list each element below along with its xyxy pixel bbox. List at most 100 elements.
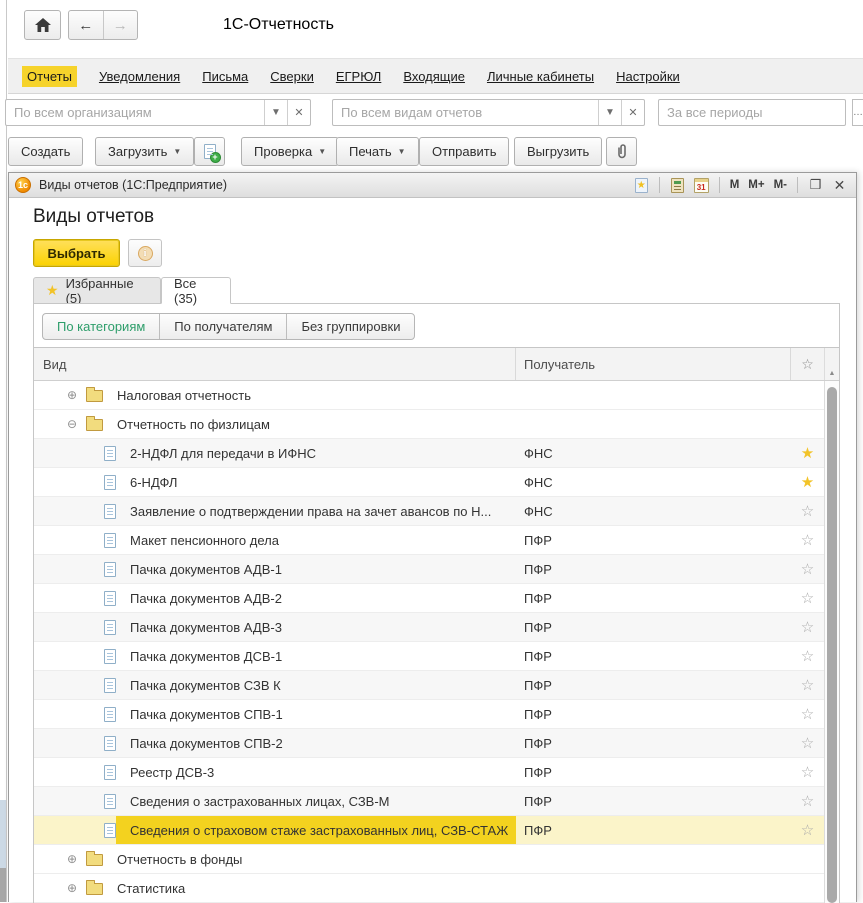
background-window-edge [0, 0, 7, 902]
vertical-scrollbar[interactable] [824, 381, 839, 903]
table-row[interactable]: Пачка документов СПВ-2 ПФР [34, 729, 824, 758]
table-row[interactable]: Пачка документов АДВ-3 ПФР [34, 613, 824, 642]
memory-plus-button[interactable]: M+ [747, 179, 765, 191]
info-button[interactable]: i [128, 239, 162, 267]
calculator-icon [671, 178, 684, 193]
recipient-cell: ПФР [516, 765, 791, 780]
tab-favorites[interactable]: ★ Избранные (5) [33, 277, 161, 304]
tab-all[interactable]: Все (35) [161, 277, 231, 304]
nav-tab-reconciliations[interactable]: Сверки [270, 69, 314, 84]
clear-icon[interactable]: ✕ [287, 100, 310, 125]
table-row[interactable]: 2-НДФЛ для передачи в ИФНС ФНС [34, 439, 824, 468]
tab-panel: По категориям По получателям Без группир… [33, 303, 840, 903]
table-row[interactable]: 6-НДФЛ ФНС [34, 468, 824, 497]
send-label: Отправить [432, 144, 496, 159]
table-row[interactable]: Пачка документов ДСВ-1 ПФР [34, 642, 824, 671]
no-grouping-button[interactable]: Без группировки [286, 314, 414, 339]
clear-icon[interactable]: ✕ [621, 100, 644, 125]
favorite-star-icon[interactable] [791, 560, 824, 578]
expand-icon[interactable] [67, 852, 80, 866]
load-button[interactable]: Загрузить▼ [95, 137, 194, 166]
window-titlebar[interactable]: 1с Виды отчетов (1С:Предприятие) ★ 31 M … [9, 173, 856, 198]
home-button[interactable] [24, 10, 61, 40]
table-row[interactable]: Реестр ДСВ-3 ПФР [34, 758, 824, 787]
favorite-star-icon[interactable] [791, 676, 824, 694]
recipient-cell: ПФР [516, 678, 791, 693]
favorite-star-icon[interactable] [791, 473, 824, 491]
back-button[interactable]: ← [69, 11, 103, 39]
attachments-button[interactable] [606, 137, 637, 166]
favorite-star-icon[interactable] [791, 705, 824, 723]
periods-filter[interactable]: За все периоды [658, 99, 846, 126]
favorite-star-icon[interactable] [791, 502, 824, 520]
favorite-star-icon[interactable] [791, 821, 824, 839]
check-button[interactable]: Проверка▼ [241, 137, 339, 166]
table-row[interactable]: Пачка документов СЗВ К ПФР [34, 671, 824, 700]
nav-tab-strip: Отчеты Уведомления Письма Сверки ЕГРЮЛ В… [8, 58, 863, 94]
recipient-cell: ПФР [516, 649, 791, 664]
nav-tab-egrul[interactable]: ЕГРЮЛ [336, 69, 381, 84]
column-header-kind[interactable]: Вид [34, 348, 516, 380]
table-row-group[interactable]: Отчетность по физлицам [34, 410, 824, 439]
select-button[interactable]: Выбрать [33, 239, 120, 267]
report-types-filter[interactable]: По всем видам отчетов ▼ ✕ [332, 99, 645, 126]
group-by-recipient-button[interactable]: По получателям [159, 314, 286, 339]
nav-tab-reports[interactable]: Отчеты [22, 66, 77, 87]
column-header-recipient[interactable]: Получатель [516, 348, 791, 380]
table-row[interactable]: Макет пенсионного дела ПФР [34, 526, 824, 555]
nav-tab-incoming[interactable]: Входящие [403, 69, 465, 84]
group-by-category-button[interactable]: По категориям [43, 314, 159, 339]
print-button[interactable]: Печать▼ [336, 137, 419, 166]
favorite-star-icon[interactable] [791, 763, 824, 781]
new-from-file-button[interactable]: + [194, 137, 225, 166]
table-row[interactable]: Заявление о подтверждении права на зачет… [34, 497, 824, 526]
favorite-star-icon[interactable] [791, 531, 824, 549]
periods-filter-more-button[interactable]: … [852, 99, 863, 126]
save-to-favorites-button[interactable]: ★ [633, 177, 650, 194]
dropdown-arrow-icon[interactable]: ▼ [598, 100, 621, 125]
expand-icon[interactable] [67, 388, 80, 402]
create-button[interactable]: Создать [8, 137, 83, 166]
favorite-star-icon[interactable] [791, 734, 824, 752]
nav-tab-personal-accounts[interactable]: Личные кабинеты [487, 69, 594, 84]
table-row[interactable]: Пачка документов АДВ-1 ПФР [34, 555, 824, 584]
export-button[interactable]: Выгрузить [514, 137, 602, 166]
dropdown-arrow-icon[interactable]: ▼ [264, 100, 287, 125]
memory-button[interactable]: M [729, 179, 741, 191]
nav-tab-settings[interactable]: Настройки [616, 69, 680, 84]
scroll-up-icon[interactable]: ▲ [824, 348, 839, 380]
favorite-star-icon[interactable] [791, 589, 824, 607]
chevron-down-icon: ▼ [398, 147, 406, 156]
nav-tab-letters[interactable]: Письма [202, 69, 248, 84]
recipient-cell: ПФР [516, 591, 791, 606]
organizations-filter[interactable]: По всем организациям ▼ ✕ [5, 99, 311, 126]
close-button[interactable]: ✕ [831, 177, 848, 194]
table-row-selected[interactable]: Сведения о страховом стаже застрахованны… [34, 816, 824, 845]
favorite-star-icon[interactable] [791, 618, 824, 636]
chevron-down-icon: ▼ [318, 147, 326, 156]
column-header-favorite-icon[interactable]: ☆ [791, 356, 824, 373]
calendar-button[interactable]: 31 [693, 177, 710, 194]
table-row-group[interactable]: Статистика [34, 874, 824, 903]
favorites-page-icon: ★ [635, 178, 648, 193]
table-row-group[interactable]: Налоговая отчетность [34, 381, 824, 410]
table-row[interactable]: Пачка документов АДВ-2 ПФР [34, 584, 824, 613]
favorite-star-icon[interactable] [791, 792, 824, 810]
nav-tab-notifications[interactable]: Уведомления [99, 69, 180, 84]
favorite-star-icon[interactable] [791, 444, 824, 462]
calculator-button[interactable] [669, 177, 686, 194]
scrollbar-thumb[interactable] [827, 387, 837, 903]
table-row[interactable]: Пачка документов СПВ-1 ПФР [34, 700, 824, 729]
forward-button[interactable]: → [103, 11, 138, 39]
maximize-button[interactable]: ❒ [807, 177, 824, 194]
table-row[interactable]: Сведения о застрахованных лицах, СЗВ-М П… [34, 787, 824, 816]
table-header: Вид Получатель ☆ ▲ [34, 348, 839, 381]
send-button[interactable]: Отправить [419, 137, 509, 166]
expand-icon[interactable] [67, 881, 80, 895]
report-name: Пачка документов СПВ-1 [116, 700, 293, 728]
favorite-star-icon[interactable] [791, 647, 824, 665]
memory-minus-button[interactable]: M- [773, 179, 788, 191]
collapse-icon[interactable] [67, 417, 80, 431]
table-row-group[interactable]: Отчетность в фонды [34, 845, 824, 874]
star-icon: ★ [46, 282, 59, 299]
